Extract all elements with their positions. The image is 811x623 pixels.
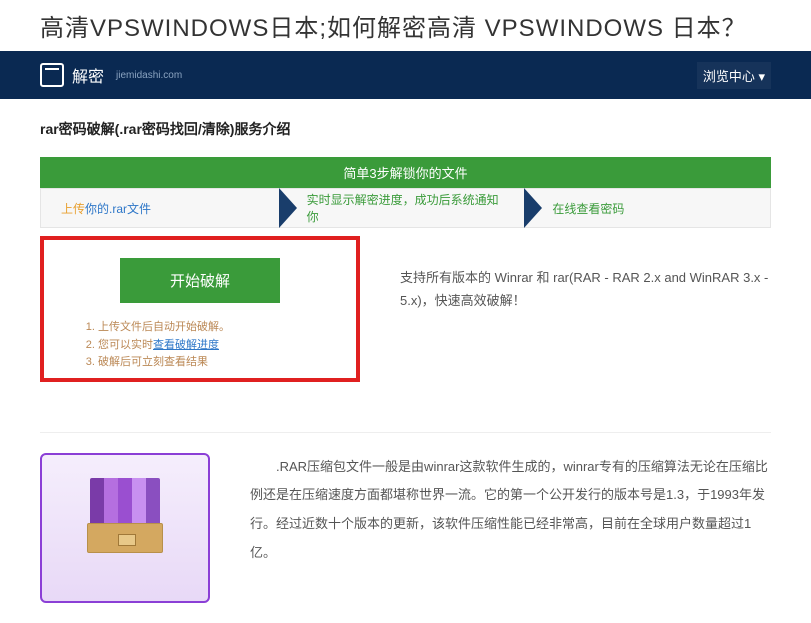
- info-section: .RAR压缩包文件一般是由winrar这款软件生成的，winrar专有的压缩算法…: [40, 432, 771, 603]
- note-2: 您可以实时查看破解进度: [98, 337, 326, 355]
- nav-right: 浏览中心 ▾: [697, 62, 771, 89]
- upload-box: 开始破解 上传文件后自动开始破解。 您可以实时查看破解进度 破解后可立刻查看结果: [40, 236, 360, 382]
- steps-header: 简单3步解锁你的文件: [40, 157, 771, 188]
- note-1: 上传文件后自动开始破解。: [98, 319, 326, 337]
- logo[interactable]: 解密 jiemidashi.com: [40, 63, 182, 87]
- step-1: 上传 你的.rar文件: [41, 200, 279, 217]
- upload-description: 支持所有版本的 Winrar 和 rar(RAR - RAR 2.x and W…: [400, 236, 771, 382]
- steps-row: 上传 你的.rar文件 实时显示解密进度，成功后系统通知你 在线查看密码: [40, 188, 771, 228]
- step-2: 实时显示解密进度，成功后系统通知你: [287, 191, 525, 225]
- rar-icon-box: [40, 453, 210, 603]
- step-1-link[interactable]: 你的.rar文件: [85, 200, 151, 217]
- browse-center-menu[interactable]: 浏览中心 ▾: [697, 62, 771, 89]
- logo-subtext: jiemidashi.com: [116, 70, 182, 81]
- upload-notes: 上传文件后自动开始破解。 您可以实时查看破解进度 破解后可立刻查看结果: [74, 319, 326, 372]
- nav-bar: 解密 jiemidashi.com 浏览中心 ▾: [0, 51, 811, 99]
- page-title: rar密码破解(.rar密码找回/清除)服务介绍: [40, 119, 771, 139]
- rar-archive-icon: [85, 478, 165, 578]
- upload-section: 开始破解 上传文件后自动开始破解。 您可以实时查看破解进度 破解后可立刻查看结果…: [40, 236, 771, 382]
- step-3: 在线查看密码: [532, 200, 770, 217]
- progress-link[interactable]: 查看破解进度: [153, 339, 219, 351]
- start-crack-button[interactable]: 开始破解: [120, 258, 280, 303]
- banner-title: 高清VPSWINDOWS日本;如何解密高清 VPSWINDOWS 日本？: [40, 8, 771, 43]
- top-banner: 高清VPSWINDOWS日本;如何解密高清 VPSWINDOWS 日本？: [0, 0, 811, 51]
- logo-text: 解密: [72, 63, 104, 87]
- main-content: rar密码破解(.rar密码找回/清除)服务介绍 简单3步解锁你的文件 上传 你…: [0, 99, 811, 623]
- logo-icon: [40, 63, 64, 87]
- note-3: 破解后可立刻查看结果: [98, 354, 326, 372]
- chevron-down-icon: ▾: [758, 69, 765, 84]
- info-paragraph: .RAR压缩包文件一般是由winrar这款软件生成的，winrar专有的压缩算法…: [250, 453, 771, 603]
